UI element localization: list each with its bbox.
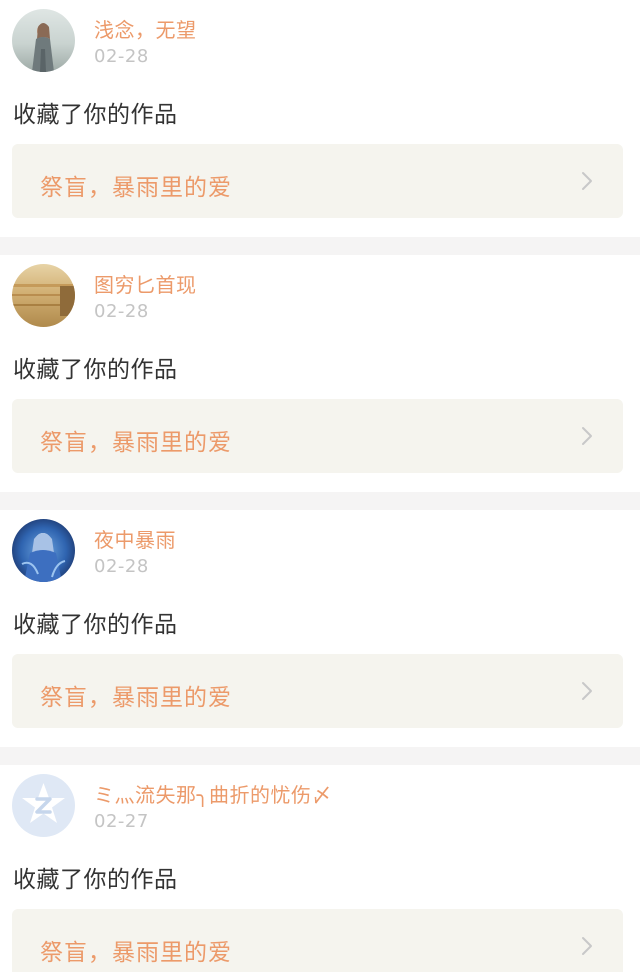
chevron-right-icon: [581, 681, 593, 701]
avatar[interactable]: [12, 9, 75, 72]
timestamp: 02-27: [94, 811, 149, 832]
chevron-right-icon: [581, 936, 593, 956]
notification-item: ミ灬流失那╮曲折的忧伤〆 02-27 收藏了你的作品 祭盲，暴雨里的爱: [0, 765, 640, 972]
action-text: 收藏了你的作品: [13, 357, 178, 383]
notification-feed: 浅念，无望 02-28 收藏了你的作品 祭盲，暴雨里的爱 图穷匕首现 02-28…: [0, 0, 640, 972]
timestamp: 02-28: [94, 46, 149, 67]
work-title: 祭盲，暴雨里的爱: [40, 940, 232, 966]
timestamp: 02-28: [94, 556, 149, 577]
work-title: 祭盲，暴雨里的爱: [40, 175, 232, 201]
chevron-right-icon: [581, 426, 593, 446]
avatar[interactable]: [12, 519, 75, 582]
avatar-anime-blue-icon: [12, 519, 75, 582]
work-title: 祭盲，暴雨里的爱: [40, 430, 232, 456]
work-link-card[interactable]: 祭盲，暴雨里的爱: [12, 909, 623, 972]
username[interactable]: 夜中暴雨: [94, 524, 176, 553]
notification-item: 浅念，无望 02-28 收藏了你的作品 祭盲，暴雨里的爱: [0, 0, 640, 237]
timestamp: 02-28: [94, 301, 149, 322]
avatar-field-icon: [12, 264, 75, 327]
notification-item: 夜中暴雨 02-28 收藏了你的作品 祭盲，暴雨里的爱: [0, 510, 640, 747]
username[interactable]: ミ灬流失那╮曲折的忧伤〆: [94, 779, 332, 808]
work-link-card[interactable]: 祭盲，暴雨里的爱: [12, 144, 623, 218]
notification-item: 图穷匕首现 02-28 收藏了你的作品 祭盲，暴雨里的爱: [0, 255, 640, 492]
item-separator: [0, 747, 640, 765]
username[interactable]: 图穷匕首现: [94, 269, 197, 298]
action-text: 收藏了你的作品: [13, 102, 178, 128]
work-link-card[interactable]: 祭盲，暴雨里的爱: [12, 654, 623, 728]
action-text: 收藏了你的作品: [13, 867, 178, 893]
avatar-girl-sea-icon: [12, 9, 75, 72]
action-text: 收藏了你的作品: [13, 612, 178, 638]
avatar[interactable]: [12, 264, 75, 327]
item-separator: [0, 492, 640, 510]
avatar-default-z-icon: [12, 774, 75, 837]
chevron-right-icon: [581, 171, 593, 191]
work-title: 祭盲，暴雨里的爱: [40, 685, 232, 711]
avatar[interactable]: [12, 774, 75, 837]
work-link-card[interactable]: 祭盲，暴雨里的爱: [12, 399, 623, 473]
username[interactable]: 浅念，无望: [94, 14, 197, 43]
item-separator: [0, 237, 640, 255]
